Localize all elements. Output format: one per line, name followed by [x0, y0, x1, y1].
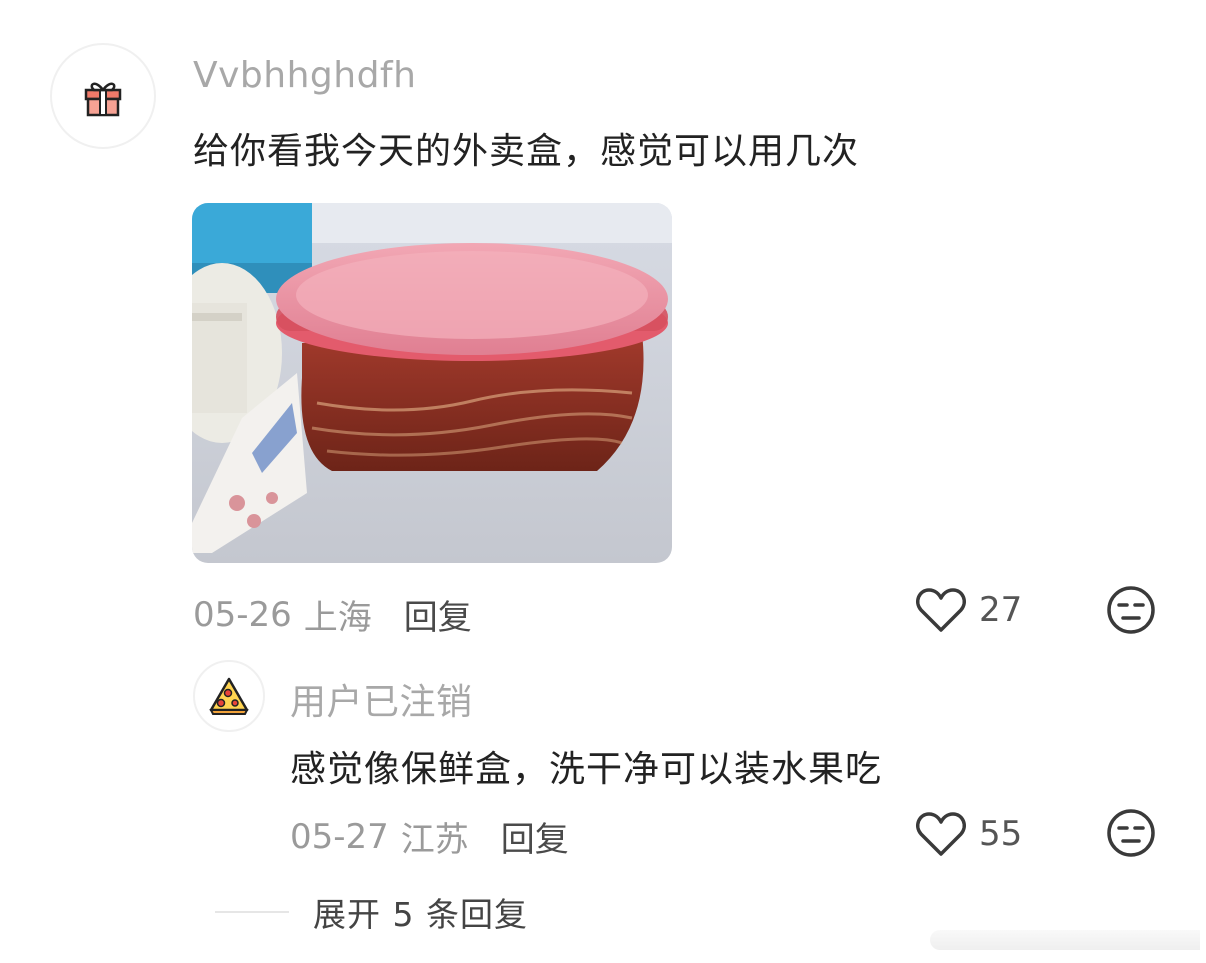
reply-avatar[interactable]: [193, 660, 265, 732]
comment-text: 给你看我今天的外卖盒，感觉可以用几次: [193, 131, 860, 172]
expand-replies-label: 展开 5 条回复: [313, 895, 528, 934]
pizza-icon: [209, 677, 249, 715]
takeout-box-photo: [192, 203, 672, 563]
reply-meta: 05-27 江苏 回复: [290, 812, 569, 861]
reply-like-count: 55: [979, 814, 1023, 854]
scroll-indicator: [930, 930, 1200, 950]
comment-thread: Vvbhhghdfh 给你看我今天的外卖盒，感觉可以用几次 05-26 上海 回…: [0, 0, 1206, 963]
comment-dislike-button[interactable]: [1106, 585, 1156, 639]
reply-location: 江苏: [400, 820, 469, 860]
reply-text: 感觉像保鲜盒，洗干净可以装水果吃: [290, 749, 883, 790]
comment-username[interactable]: Vvbhhghdfh: [193, 55, 416, 96]
unamused-face-icon: [1107, 809, 1155, 857]
comment-meta: 05-26 上海 回复: [193, 590, 472, 639]
reply-like-button[interactable]: 55: [915, 810, 1022, 858]
comment-like-count: 27: [979, 590, 1023, 630]
heart-icon: [916, 812, 966, 856]
expand-replies-button[interactable]: 展开 5 条回复: [215, 888, 528, 936]
comment-reply-button[interactable]: 回复: [404, 590, 472, 639]
heart-icon: [916, 588, 966, 632]
avatar[interactable]: [50, 43, 156, 149]
reply-date: 05-27: [290, 816, 389, 857]
reply-username[interactable]: 用户已注销: [290, 673, 473, 725]
divider: [215, 911, 289, 913]
gift-icon: [84, 82, 122, 117]
comment-location: 上海: [303, 598, 372, 638]
reply-dislike-button[interactable]: [1106, 808, 1156, 862]
comment-date: 05-26: [193, 594, 292, 635]
unamused-face-icon: [1107, 586, 1155, 634]
comment-like-button[interactable]: 27: [915, 586, 1022, 634]
reply-reply-button[interactable]: 回复: [501, 812, 569, 861]
comment-photo[interactable]: [192, 203, 672, 563]
